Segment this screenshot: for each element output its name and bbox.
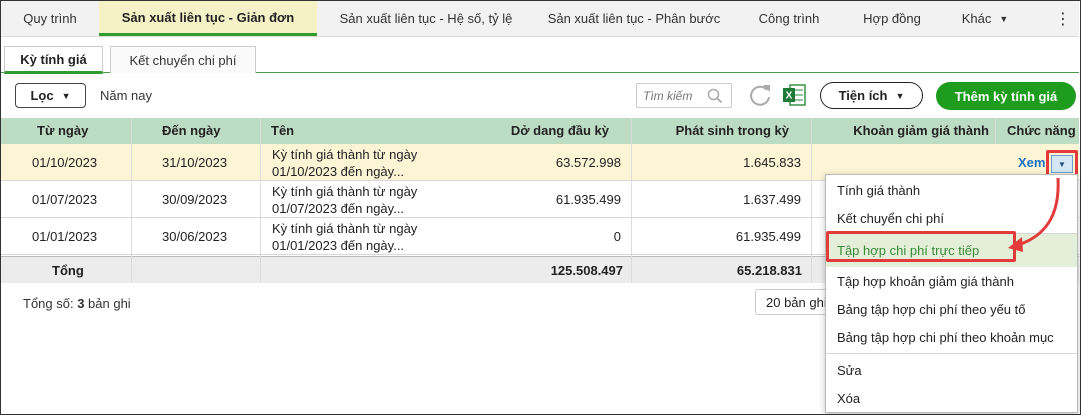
cell-incurred: 1.645.833 xyxy=(743,155,801,170)
tab-label: Kỳ tính giá xyxy=(20,51,87,67)
menu-item-bang-tap-hop-theo-yeu-to[interactable]: Bảng tập hợp chi phí theo yếu tố xyxy=(826,295,1077,323)
menu-item-sua[interactable]: Sửa xyxy=(826,356,1077,384)
filter-value: Năm nay xyxy=(100,88,153,103)
record-count: Tổng số: 3 bản ghi xyxy=(23,296,131,311)
cell-name: Kỳ tính giá thành từ ngày 01/07/2023 đến… xyxy=(272,181,417,218)
excel-export-icon[interactable]: X xyxy=(782,83,808,110)
menu-item-bang-tap-hop-theo-khoan-muc[interactable]: Bảng tập hợp chi phí theo khoản mục xyxy=(826,323,1077,351)
tab-ket-chuyen-chi-phi[interactable]: Kết chuyển chi phí xyxy=(110,46,256,73)
name-line: 01/07/2023 đến ngày... xyxy=(272,201,405,216)
cell-to: 30/09/2023 xyxy=(162,192,228,207)
name-line: 01/01/2023 đến ngày... xyxy=(272,238,405,253)
cell-opening: 63.572.998 xyxy=(555,155,621,170)
record-count-suffix: bản ghi xyxy=(84,296,131,311)
name-line: Kỳ tính giá thành từ ngày xyxy=(272,184,418,199)
top-tab-bar: Quy trình Sản xuất liên tục - Giản đơn S… xyxy=(1,1,1079,37)
col-header-actions: Chức năng xyxy=(1007,123,1076,138)
cell-name: Kỳ tính giá thành từ ngày 01/01/2023 đến… xyxy=(272,218,417,255)
view-link-label: Xem xyxy=(1018,155,1046,170)
col-header-incurred[interactable]: Phát sinh trong kỳ xyxy=(641,118,789,144)
column-divider xyxy=(995,118,996,144)
tab-san-xuat-gian-don[interactable]: Sản xuất liên tục - Giản đơn xyxy=(99,1,317,36)
page-size-select[interactable]: 20 bản ghi xyxy=(755,289,835,315)
total-incurred: 65.218.831 xyxy=(736,263,802,278)
utilities-label: Tiện ích xyxy=(838,88,888,103)
column-divider xyxy=(260,118,261,283)
tab-label: Sản xuất liên tục - Phân bước xyxy=(547,11,721,26)
cell-from: 01/10/2023 xyxy=(32,155,98,170)
tab-label: Kết chuyển chi phí xyxy=(129,52,237,68)
search-box xyxy=(636,83,732,108)
column-divider xyxy=(811,118,812,283)
refresh-icon[interactable] xyxy=(748,82,772,111)
name-line: 01/10/2023 đến ngày... xyxy=(272,164,405,179)
tab-san-xuat-phan-buoc[interactable]: Sản xuất liên tục - Phân bước xyxy=(535,1,733,36)
tab-label: Hợp đồng xyxy=(863,11,921,26)
highlight-box xyxy=(826,231,1016,262)
total-label: Tổng xyxy=(52,263,84,278)
name-line: Kỳ tính giá thành từ ngày xyxy=(272,221,418,236)
caret-down-icon: ▼ xyxy=(895,90,905,101)
col-header-name[interactable]: Tên xyxy=(271,118,294,144)
cell-to: 31/10/2023 xyxy=(162,155,228,170)
menu-item-xoa[interactable]: Xóa xyxy=(826,384,1077,412)
col-header-to[interactable]: Đến ngày xyxy=(162,118,221,144)
column-divider xyxy=(131,118,132,283)
filter-button[interactable]: Lọc ▼ xyxy=(15,83,86,108)
filter-label: Lọc xyxy=(30,88,54,103)
cell-from: 01/01/2023 xyxy=(32,229,98,244)
menu-item-tap-hop-khoan-giam-gia-thanh[interactable]: Tập hợp khoản giảm giá thành xyxy=(826,267,1077,295)
caret-down-icon: ▼ xyxy=(61,90,71,101)
search-icon[interactable] xyxy=(707,88,723,107)
column-divider xyxy=(631,118,632,283)
col-header-opening[interactable]: Dở dang đầu kỳ xyxy=(481,118,609,144)
cell-opening: 0 xyxy=(613,229,621,244)
more-vertical-icon[interactable]: ⋮ xyxy=(1047,1,1079,36)
tab-label: Khác xyxy=(961,11,992,26)
cell-to: 30/06/2023 xyxy=(162,229,228,244)
cell-opening: 61.935.499 xyxy=(555,192,621,207)
total-opening: 125.508.497 xyxy=(550,263,623,278)
table-header: Từ ngày Đến ngày Tên Dở dang đầu kỳ Phát… xyxy=(1,118,1079,144)
caret-down-icon: ▼ xyxy=(999,13,1009,24)
tab-khac[interactable]: Khác ▼ xyxy=(939,1,1031,36)
tab-cong-trinh[interactable]: Công trình xyxy=(733,1,845,36)
search-input[interactable] xyxy=(643,84,713,107)
cell-name: Kỳ tính giá thành từ ngày 01/10/2023 đến… xyxy=(272,144,417,181)
col-header-reduction[interactable]: Khoản giảm giá thành xyxy=(831,118,989,144)
cell-incurred: 1.637.499 xyxy=(743,192,801,207)
tab-hop-dong[interactable]: Hợp đồng xyxy=(845,1,939,36)
cell-incurred: 61.935.499 xyxy=(735,229,801,244)
tab-san-xuat-he-so[interactable]: Sản xuất liên tục - Hệ số, tỷ lệ xyxy=(317,1,535,36)
tab-label: Quy trình xyxy=(23,11,77,26)
record-count-prefix: Tổng số: xyxy=(23,296,78,311)
tab-quy-trinh[interactable]: Quy trình xyxy=(1,1,99,36)
sub-tab-bar: Kỳ tính giá Kết chuyển chi phí xyxy=(1,37,1079,74)
add-period-button[interactable]: Thêm kỳ tính giá xyxy=(936,82,1076,110)
tab-label: Công trình xyxy=(758,11,820,26)
tab-label: Sản xuất liên tục - Hệ số, tỷ lệ xyxy=(339,11,513,26)
tab-label: Sản xuất liên tục - Giản đơn xyxy=(121,9,295,25)
name-line: Kỳ tính giá thành từ ngày xyxy=(272,147,418,162)
svg-text:X: X xyxy=(786,91,793,102)
col-header-from[interactable]: Từ ngày xyxy=(37,118,88,144)
cell-from: 01/07/2023 xyxy=(32,192,98,207)
tab-ky-tinh-gia[interactable]: Kỳ tính giá xyxy=(4,46,103,74)
utilities-button[interactable]: Tiện ích ▼ xyxy=(820,82,923,109)
annotation-arrow xyxy=(1008,177,1060,252)
menu-divider xyxy=(826,353,1077,354)
